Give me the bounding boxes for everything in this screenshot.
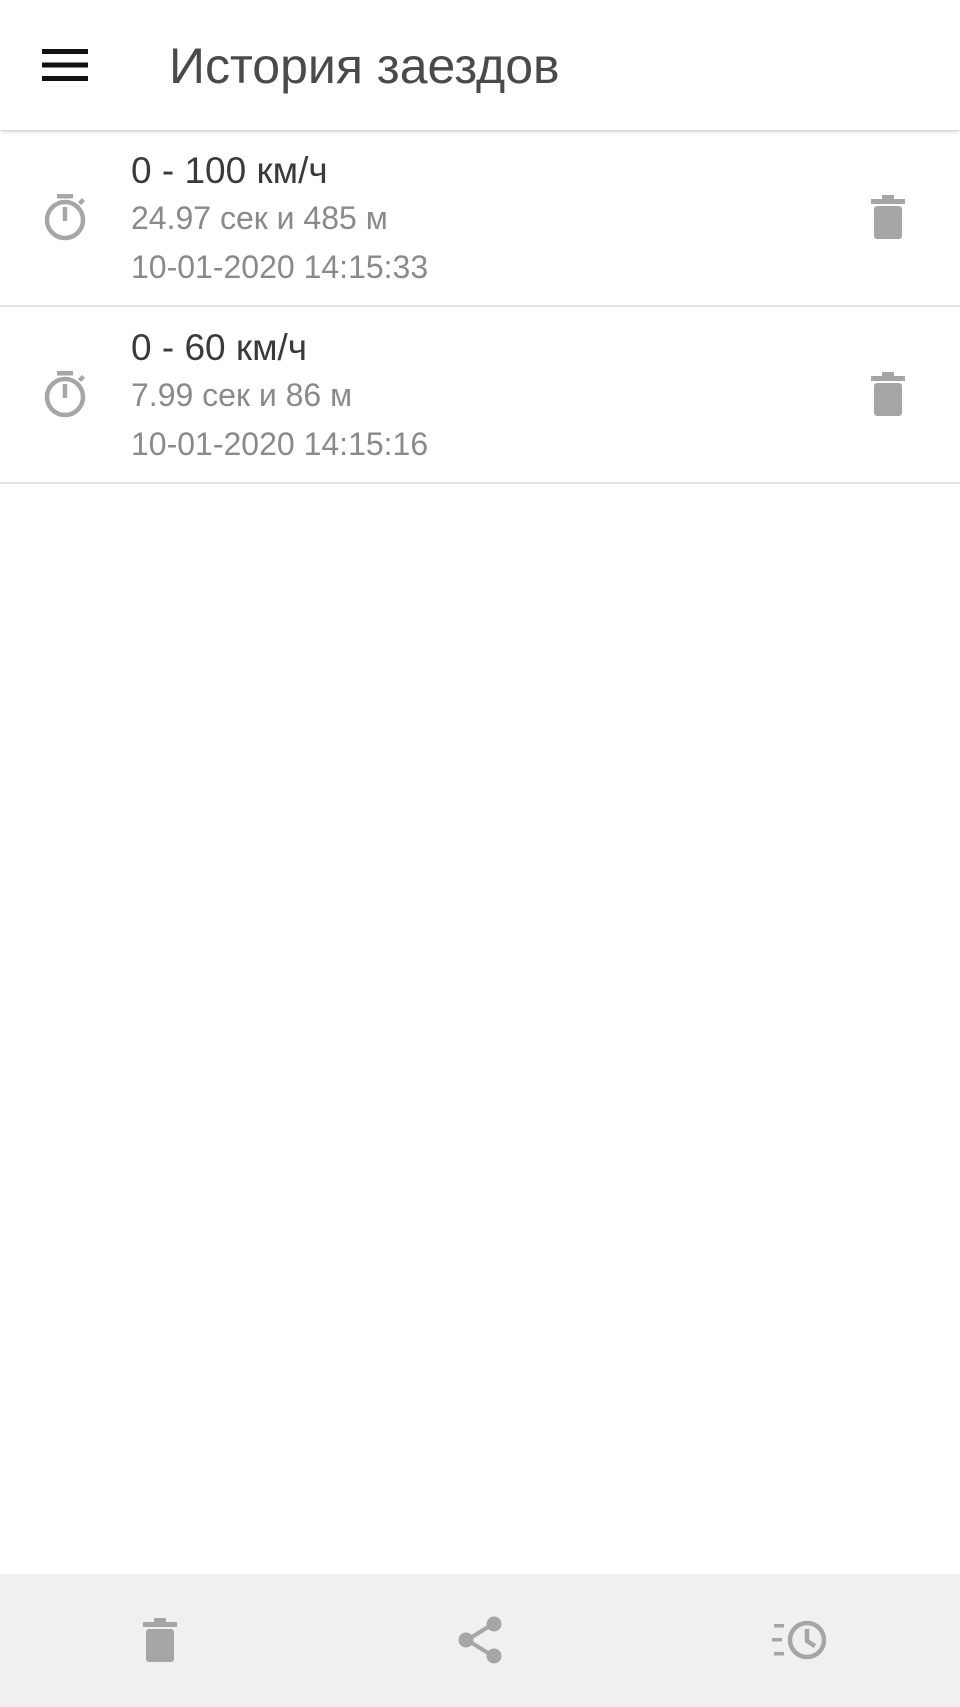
run-timestamp: 10-01-2020 14:15:33: [131, 249, 429, 285]
run-result: 7.99 сек и 86 м: [131, 377, 353, 413]
trash-icon: [143, 1618, 177, 1662]
stopwatch-icon: [44, 371, 86, 418]
run-details: 0 - 60 км/ч 7.99 сек и 86 м 10-01-2020 1…: [131, 325, 428, 469]
bottom-action-bar: [0, 1574, 960, 1707]
page-title: История заездов: [169, 38, 560, 94]
run-title: 0 - 100 км/ч: [131, 150, 328, 191]
history-button[interactable]: [760, 1600, 840, 1680]
delete-run-button[interactable]: [858, 187, 918, 247]
run-details: 0 - 100 км/ч 24.97 сек и 485 м 10-01-202…: [131, 148, 428, 292]
share-icon: [458, 1616, 502, 1664]
share-button[interactable]: [440, 1600, 520, 1680]
menu-button[interactable]: [22, 22, 108, 108]
trash-icon: [871, 372, 905, 416]
list-item[interactable]: 0 - 60 км/ч 7.99 сек и 86 м 10-01-2020 1…: [0, 307, 960, 484]
delete-run-button[interactable]: [858, 364, 918, 424]
stopwatch-icon: [44, 194, 86, 241]
run-title: 0 - 60 км/ч: [131, 327, 308, 368]
run-timestamp: 10-01-2020 14:15:16: [131, 426, 429, 462]
list-item[interactable]: 0 - 100 км/ч 24.97 сек и 485 м 10-01-202…: [0, 130, 960, 307]
run-result: 24.97 сек и 485 м: [131, 200, 388, 236]
trash-icon: [871, 195, 905, 239]
app-bar: История заездов: [0, 0, 960, 130]
delete-all-button[interactable]: [120, 1600, 200, 1680]
hamburger-menu-icon: [42, 49, 88, 81]
history-icon: [772, 1620, 827, 1660]
runs-list: 0 - 100 км/ч 24.97 сек и 485 м 10-01-202…: [0, 130, 960, 484]
